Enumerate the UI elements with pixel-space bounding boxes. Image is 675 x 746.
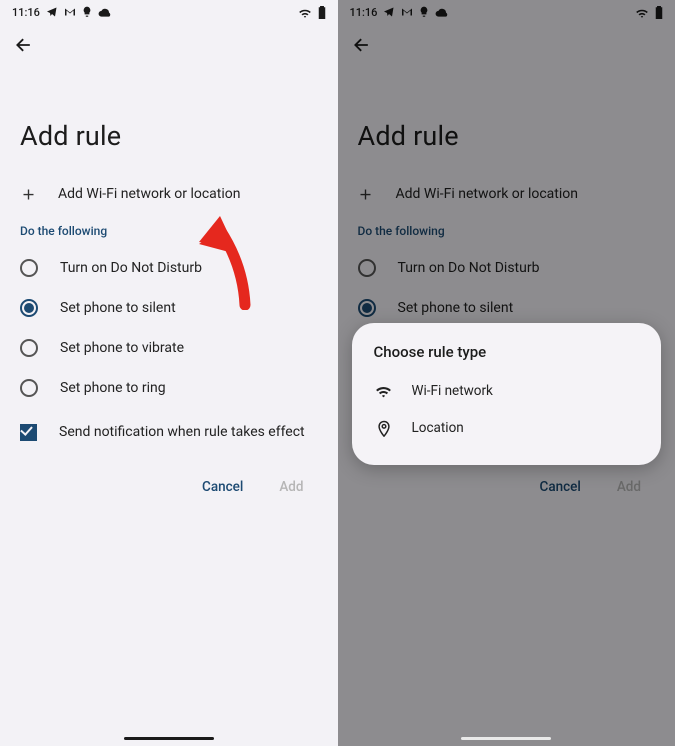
- wifi-icon: [635, 7, 649, 18]
- back-button[interactable]: [352, 35, 372, 59]
- option-label: Set phone to ring: [60, 380, 166, 396]
- phone-screenshot-right: 11:16 Add rule Add Wi-Fi network or loca…: [338, 0, 675, 746]
- option-label: Send notification when rule takes effect: [59, 422, 305, 442]
- top-app-bar: [338, 24, 675, 70]
- battery-icon: [318, 6, 326, 19]
- page-title: Add rule: [338, 70, 675, 180]
- option-label: Set phone to silent: [60, 300, 176, 316]
- status-bar: 11:16: [0, 0, 338, 24]
- option-vibrate[interactable]: Set phone to vibrate: [0, 328, 338, 368]
- location-pin-icon: [374, 419, 394, 437]
- wifi-icon: [374, 384, 394, 398]
- page-title: Add rule: [0, 70, 338, 180]
- add-trigger-row[interactable]: Add Wi-Fi network or location: [338, 180, 675, 216]
- option-label: Set phone to vibrate: [60, 340, 184, 356]
- add-trigger-label: Add Wi-Fi network or location: [396, 186, 579, 202]
- option-ring[interactable]: Set phone to ring: [0, 368, 338, 408]
- status-time: 11:16: [12, 6, 40, 19]
- dialog-option-wifi[interactable]: Wi-Fi network: [356, 373, 658, 409]
- navbar-handle[interactable]: [461, 737, 551, 741]
- dialog-option-location[interactable]: Location: [356, 409, 658, 447]
- telegram-icon: [383, 6, 395, 18]
- back-button[interactable]: [14, 35, 34, 59]
- status-bar: 11:16: [338, 0, 675, 24]
- cloud-icon: [98, 7, 112, 17]
- section-header: Do the following: [0, 216, 338, 248]
- option-silent[interactable]: Set phone to silent: [0, 288, 338, 328]
- option-label: Set phone to silent: [398, 300, 514, 316]
- action-bar: Cancel Add: [0, 453, 338, 495]
- radio-icon-selected: [20, 299, 38, 317]
- arrow-left-icon: [14, 35, 34, 55]
- plus-icon: [358, 187, 374, 202]
- option-label: Turn on Do Not Disturb: [398, 260, 540, 276]
- cancel-button[interactable]: Cancel: [540, 479, 581, 495]
- cloud-icon: [435, 7, 449, 17]
- add-trigger-row[interactable]: Add Wi-Fi network or location: [0, 180, 338, 216]
- add-button[interactable]: Add: [617, 479, 641, 495]
- lightbulb-icon: [82, 6, 92, 18]
- option-dnd[interactable]: Turn on Do Not Disturb: [0, 248, 338, 288]
- lightbulb-icon: [419, 6, 429, 18]
- radio-icon: [20, 259, 38, 277]
- plus-icon: [20, 187, 36, 202]
- cancel-button[interactable]: Cancel: [202, 479, 243, 495]
- top-app-bar: [0, 24, 338, 70]
- status-time: 11:16: [350, 6, 378, 19]
- option-label: Turn on Do Not Disturb: [60, 260, 202, 276]
- radio-icon: [20, 379, 38, 397]
- wifi-icon: [298, 7, 312, 18]
- battery-icon: [655, 6, 663, 19]
- add-button[interactable]: Add: [279, 479, 303, 495]
- gmail-icon: [401, 7, 413, 17]
- radio-icon-selected: [358, 299, 376, 317]
- section-header: Do the following: [338, 216, 675, 248]
- dialog-title: Choose rule type: [356, 341, 658, 373]
- add-trigger-label: Add Wi-Fi network or location: [58, 186, 241, 202]
- arrow-left-icon: [352, 35, 372, 55]
- checkbox-checked-icon: [20, 424, 37, 441]
- option-notify[interactable]: Send notification when rule takes effect: [0, 408, 338, 453]
- phone-screenshot-left: 11:16 Add rule Add Wi-Fi network or loca…: [0, 0, 338, 746]
- choose-rule-type-dialog: Choose rule type Wi-Fi network Location: [352, 323, 662, 465]
- radio-icon: [358, 259, 376, 277]
- dialog-option-label: Location: [412, 420, 464, 436]
- option-silent[interactable]: Set phone to silent: [338, 288, 675, 328]
- radio-icon: [20, 339, 38, 357]
- dialog-option-label: Wi-Fi network: [412, 383, 493, 399]
- option-dnd[interactable]: Turn on Do Not Disturb: [338, 248, 675, 288]
- navbar-handle[interactable]: [124, 737, 214, 741]
- gmail-icon: [64, 7, 76, 17]
- telegram-icon: [46, 6, 58, 18]
